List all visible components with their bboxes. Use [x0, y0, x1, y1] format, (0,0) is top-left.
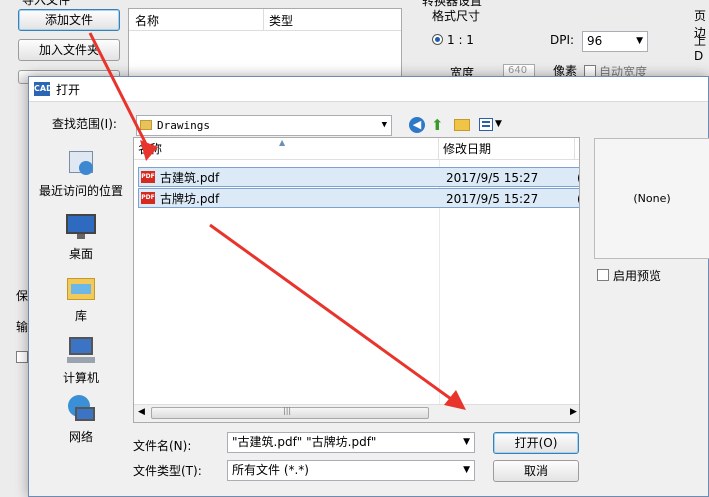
annotation-arrow-2-head [444, 390, 466, 410]
annotation-arrows [88, 32, 466, 410]
annotation-arrow-2-line [209, 223, 459, 406]
annotation-arrow-1-head [140, 140, 158, 161]
annotation-arrow-1-line [88, 32, 152, 153]
